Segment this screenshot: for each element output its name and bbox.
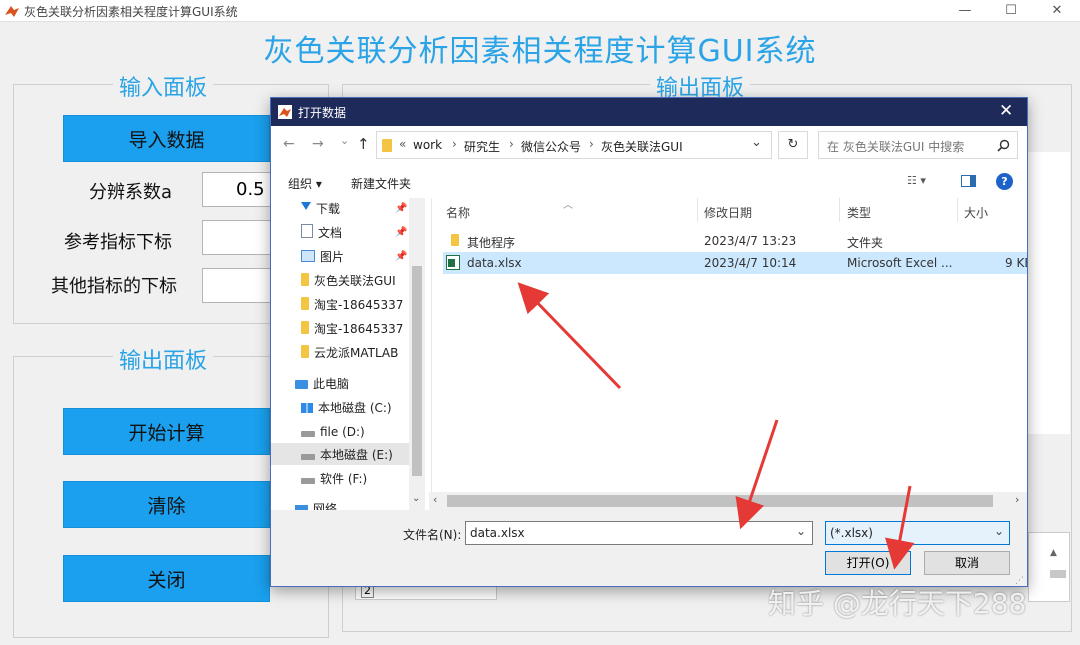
annotation-arrow [517,282,622,390]
annotation-layer [517,282,915,570]
annotation-arrow [735,419,779,530]
annotation-arrow [885,485,915,570]
watermark: 知乎 @龙行天下288 [768,587,1027,620]
